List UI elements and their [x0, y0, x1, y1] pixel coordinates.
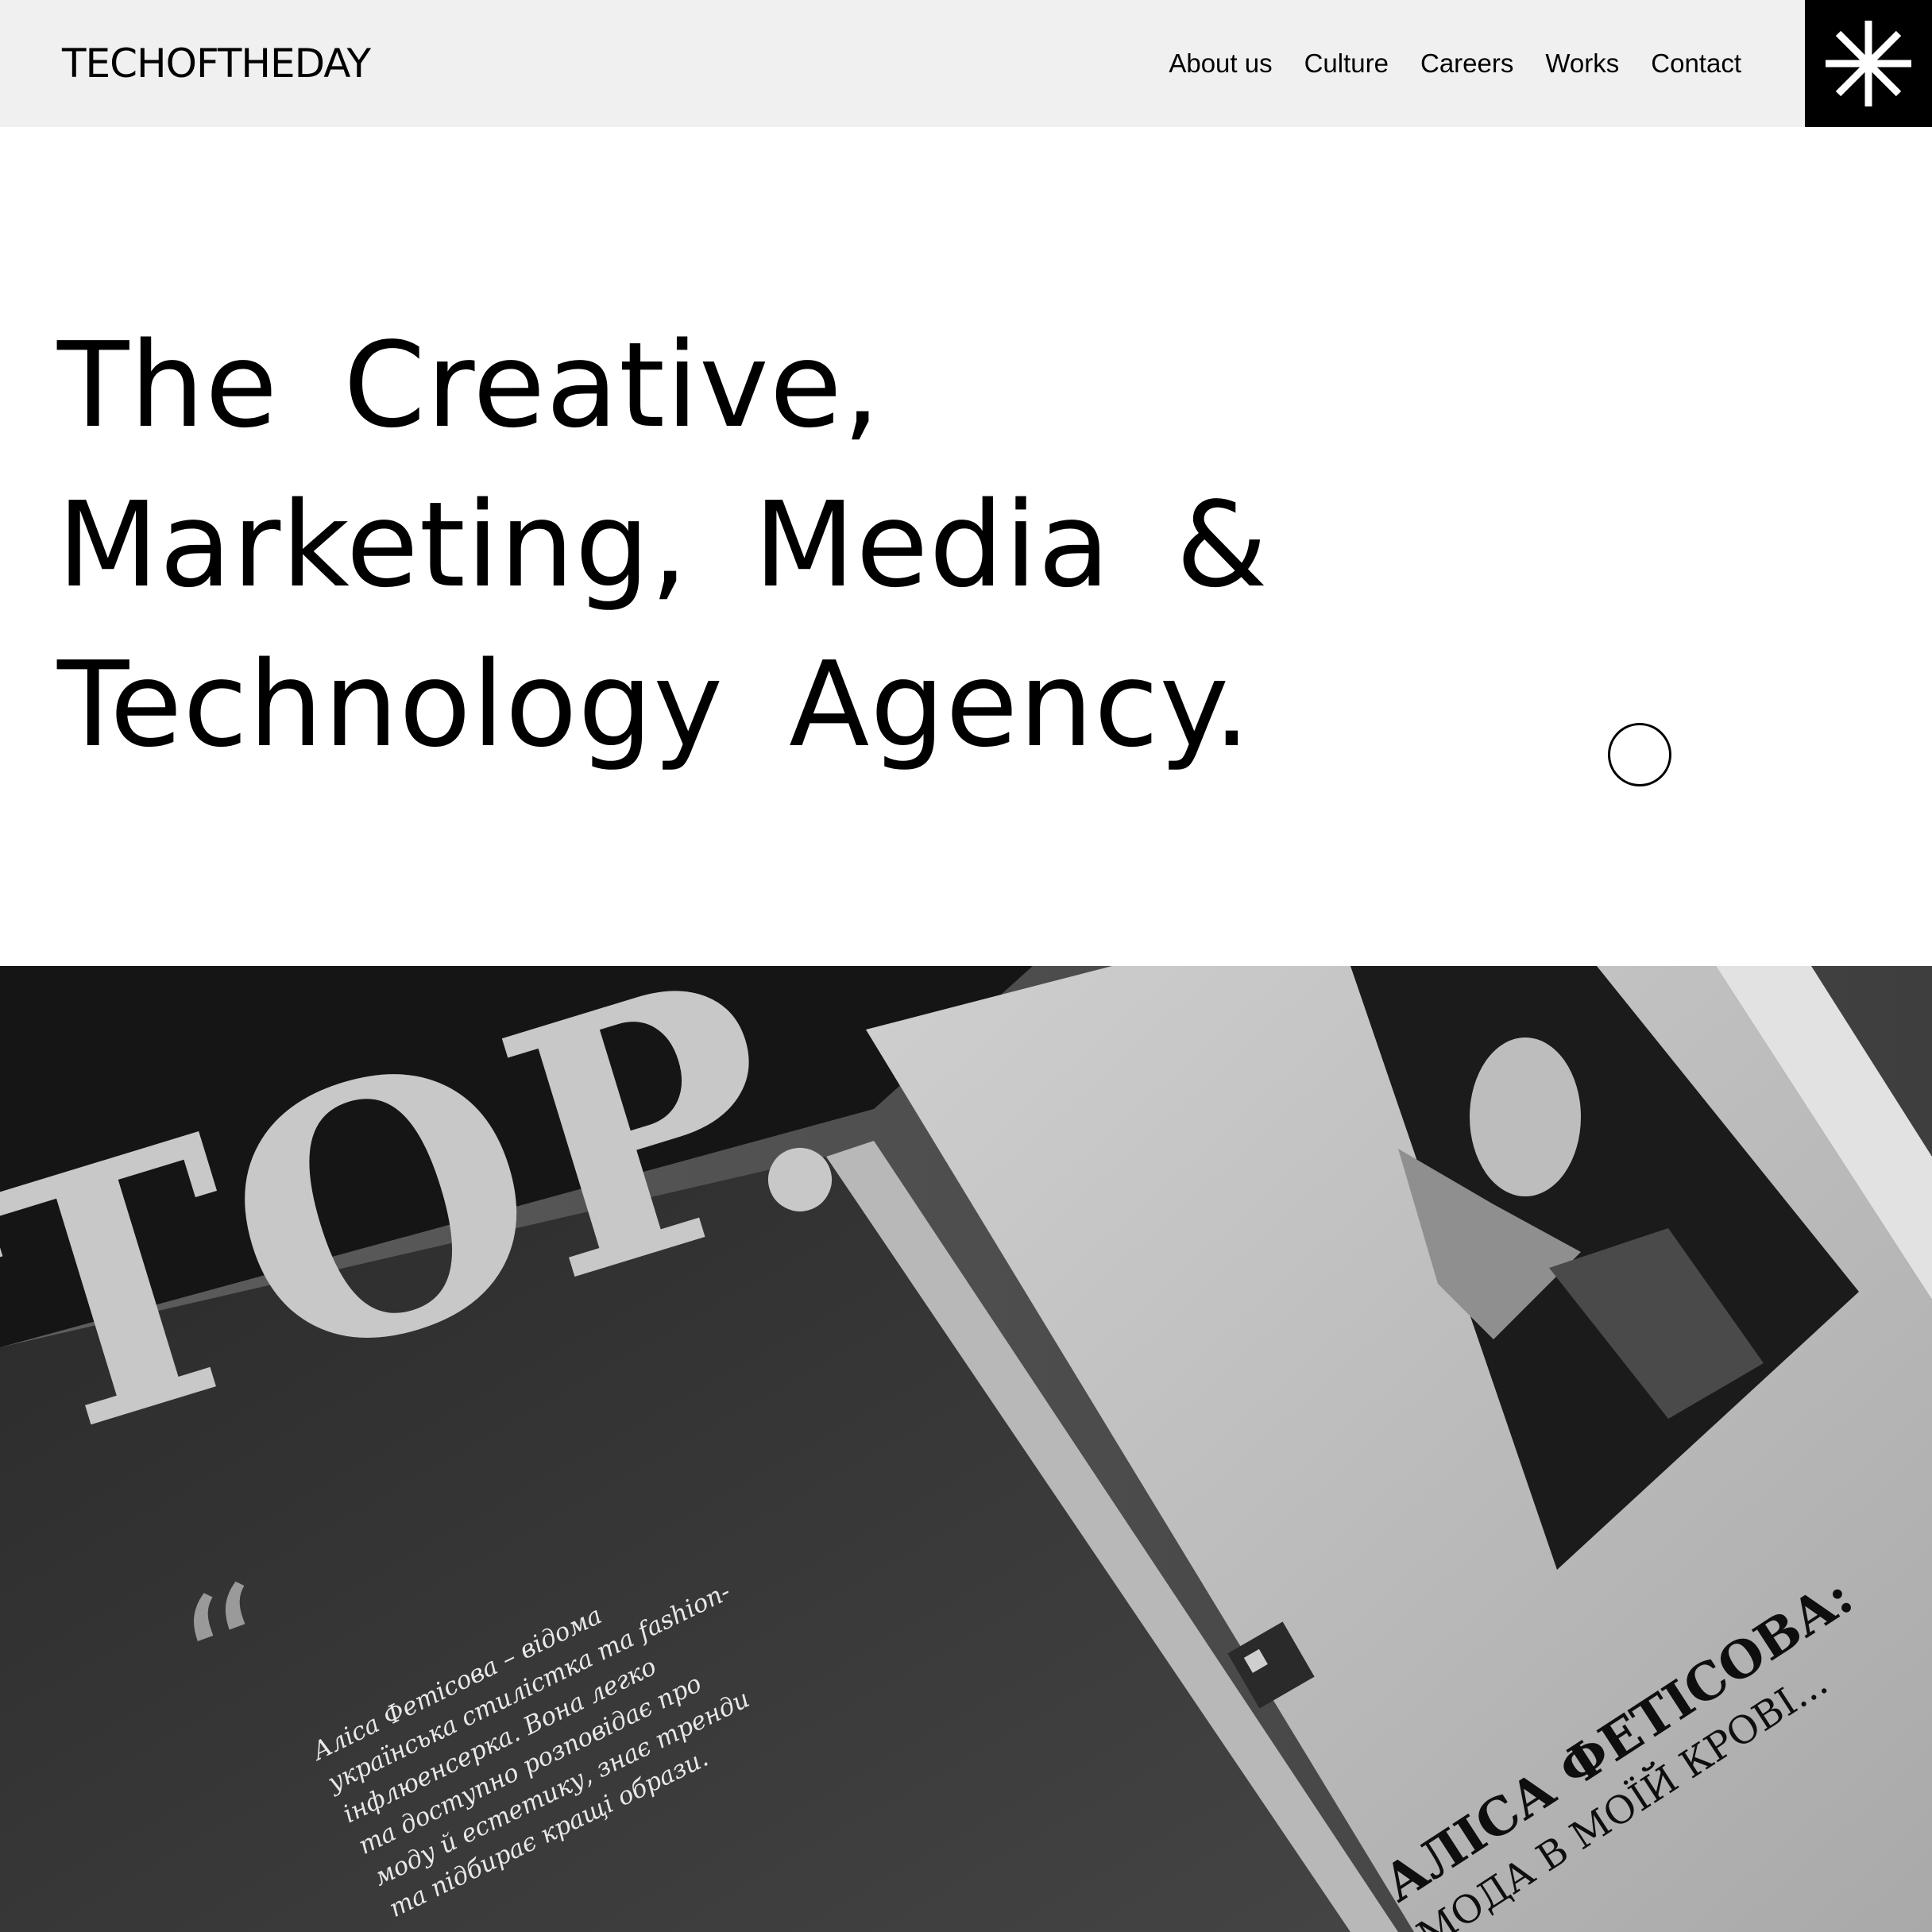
menu-button[interactable]: [1805, 0, 1932, 127]
asterisk-icon: [1826, 21, 1911, 106]
site-logo[interactable]: TECHOFTHEDAY: [62, 38, 371, 89]
nav-item-careers[interactable]: Careers: [1420, 44, 1513, 83]
nav-item-culture[interactable]: Culture: [1304, 44, 1389, 83]
main-nav: About us Culture Careers Works Contact: [1169, 44, 1741, 83]
circle-outline-icon[interactable]: [1608, 723, 1671, 786]
nav-item-contact[interactable]: Contact: [1651, 44, 1741, 83]
feature-image: TOP. “ Аліса Фетісова – відома українськ…: [0, 966, 1932, 1932]
hero-title-line: The Creative,: [57, 317, 881, 454]
magazine-photo: TOP. “ Аліса Фетісова – відома українськ…: [0, 966, 1932, 1932]
hero-title-line: Marketing, Media &: [57, 477, 1269, 613]
nav-item-works[interactable]: Works: [1545, 44, 1619, 83]
nav-item-about-us[interactable]: About us: [1169, 44, 1272, 83]
site-header: TECHOFTHEDAY About us Culture Careers Wo…: [0, 0, 1932, 127]
hero-title-line: Technology Agency.: [57, 636, 1252, 773]
hero-title: The Creative, Marketing, Media & Technol…: [57, 306, 1269, 785]
